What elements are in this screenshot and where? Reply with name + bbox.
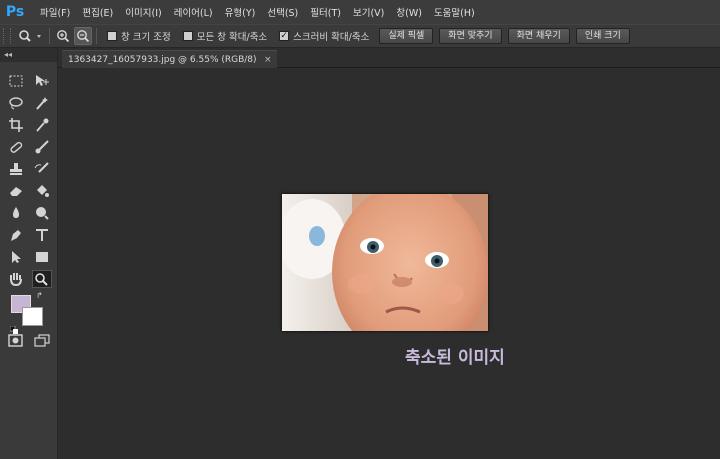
- baby-photo-image: [282, 194, 488, 331]
- menu-view[interactable]: 보기(V): [353, 5, 384, 19]
- zoom-out-button[interactable]: [74, 27, 92, 45]
- blur-icon[interactable]: [6, 204, 26, 222]
- resize-windows-label: 창 크기 조정: [121, 32, 171, 43]
- zoom-out-icon: [77, 30, 90, 43]
- tools-panel: ◂◂ ↱: [0, 48, 58, 459]
- screen-mode-icon[interactable]: [32, 332, 52, 350]
- menu-layer[interactable]: 레이어(L): [174, 5, 213, 19]
- document-tab[interactable]: 1363427_16057933.jpg @ 6.55% (RGB/8) ×: [62, 50, 277, 69]
- marquee-icon[interactable]: [6, 72, 26, 90]
- checkbox-box[interactable]: [182, 31, 193, 41]
- reduced-image-caption: 축소된 이미지: [405, 348, 505, 368]
- fit-screen-button[interactable]: 화면 맞추기: [439, 28, 502, 44]
- crop-icon[interactable]: [6, 116, 26, 134]
- print-size-button[interactable]: 인쇄 크기: [575, 28, 630, 44]
- healing-brush-icon[interactable]: [6, 138, 26, 156]
- move-icon[interactable]: [32, 72, 52, 90]
- swap-colors-icon[interactable]: ↱: [36, 291, 43, 300]
- history-brush-icon[interactable]: [32, 160, 52, 178]
- hand-icon[interactable]: [6, 270, 26, 288]
- menu-type[interactable]: 유형(Y): [225, 5, 256, 19]
- baby-photo: [282, 194, 488, 331]
- canvas-area[interactable]: 축소된 이미지: [58, 68, 720, 459]
- actual-pixels-button[interactable]: 실제 픽셀: [379, 28, 434, 44]
- menu-edit[interactable]: 편집(E): [82, 5, 113, 19]
- document-tab-bar: 1363427_16057933.jpg @ 6.55% (RGB/8) ×: [58, 48, 720, 69]
- quick-mask-icon[interactable]: [6, 332, 26, 350]
- options-bar: 창 크기 조정 모든 창 확대/축소 ✓ 스크러비 확대/축소 실제 픽셀 화면…: [0, 24, 720, 48]
- menu-file[interactable]: 파일(F): [40, 5, 70, 19]
- rectangle-icon[interactable]: [32, 248, 52, 266]
- menu-window[interactable]: 창(W): [396, 5, 422, 19]
- paint-bucket-icon[interactable]: [32, 182, 52, 200]
- tools-panel-collapse[interactable]: ◂◂: [0, 48, 57, 62]
- pen-icon[interactable]: [6, 226, 26, 244]
- eraser-icon[interactable]: [6, 182, 26, 200]
- zoom-all-windows-label: 모든 창 확대/축소: [196, 32, 268, 43]
- menu-filter[interactable]: 필터(T): [310, 5, 341, 19]
- document-tab-title: 1363427_16057933.jpg @ 6.55% (RGB/8): [68, 55, 257, 65]
- zoom-tool-icon[interactable]: [32, 270, 52, 288]
- lasso-icon[interactable]: [6, 94, 26, 112]
- default-colors-icon[interactable]: [9, 319, 18, 334]
- separator: [49, 28, 50, 44]
- zoom-all-windows-checkbox[interactable]: 모든 창 확대/축소: [182, 29, 268, 43]
- clone-stamp-icon[interactable]: [6, 160, 26, 178]
- zoom-icon: [19, 30, 41, 42]
- photoshop-logo: Ps: [5, 4, 25, 20]
- options-grip[interactable]: [3, 28, 11, 44]
- brush-icon[interactable]: [32, 138, 52, 156]
- dodge-icon[interactable]: [32, 204, 52, 222]
- scrubby-zoom-label: 스크러비 확대/축소: [293, 32, 370, 43]
- menu-bar: Ps 파일(F) 편집(E) 이미지(I) 레이어(L) 유형(Y) 선택(S)…: [0, 0, 720, 24]
- fill-screen-button[interactable]: 화면 채우기: [507, 28, 570, 44]
- menu-help[interactable]: 도움말(H): [434, 5, 475, 19]
- path-select-icon[interactable]: [6, 248, 26, 266]
- close-icon[interactable]: ×: [264, 51, 272, 69]
- resize-windows-checkbox[interactable]: 창 크기 조정: [107, 29, 171, 43]
- menu-image[interactable]: 이미지(I): [125, 5, 161, 19]
- tool-preset-picker[interactable]: [17, 27, 45, 45]
- scrubby-zoom-checkbox[interactable]: ✓ 스크러비 확대/축소: [279, 29, 369, 43]
- zoom-in-icon: [57, 30, 70, 43]
- magic-wand-icon[interactable]: [32, 94, 52, 112]
- menu-select[interactable]: 선택(S): [267, 5, 298, 19]
- checkbox-checked[interactable]: ✓: [279, 31, 290, 41]
- separator: [96, 28, 97, 44]
- type-icon[interactable]: [32, 226, 52, 244]
- background-color-swatch[interactable]: [22, 307, 43, 326]
- eyedropper-icon[interactable]: [32, 116, 52, 134]
- zoom-in-button[interactable]: [54, 27, 72, 45]
- checkbox-box[interactable]: [107, 31, 117, 41]
